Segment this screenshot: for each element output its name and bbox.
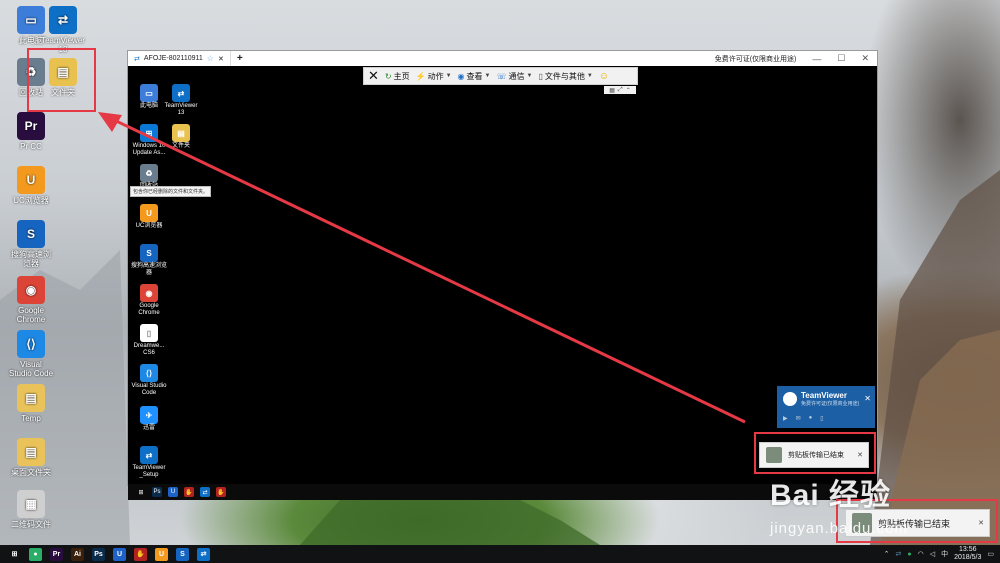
taskbar-sogou-icon[interactable]: S (176, 547, 189, 561)
ime-indicator[interactable]: 中 (941, 549, 948, 559)
tray-wechat-icon[interactable]: ● (907, 551, 911, 558)
tray-teamviewer-icon[interactable]: ⇄ (896, 550, 902, 558)
taskbar-teamviewer-icon[interactable]: ⇄ (197, 547, 210, 561)
clock[interactable]: 13:56 2018/5/3 (954, 546, 981, 562)
taskbar-wechat-icon[interactable]: ● (29, 547, 42, 561)
tray-chevron-up-icon[interactable]: ⌃ (884, 550, 890, 558)
system-tray: ⌃ ⇄ ● ◠ ◁ 中 13:56 2018/5/3 ▭ (884, 546, 1000, 562)
tray-volume-icon[interactable]: ◁ (930, 550, 935, 558)
clock-time: 13:56 (958, 546, 977, 553)
baidu-watermark: Bai 经验 (770, 479, 892, 512)
host-taskbar: ⊞ ● Pr Ai Ps U ✋ U S ⇄ ⌃ ⇄ ● ◠ ◁ 中 13:56 2018/5/… (0, 545, 1000, 563)
taskbar-premiere-icon[interactable]: Pr (50, 547, 63, 561)
taskbar-uc-icon[interactable]: U (113, 547, 126, 561)
clock-date: 2018/5/3 (954, 554, 982, 561)
tray-network-icon[interactable]: ◠ (918, 550, 924, 558)
taskbar-uc-browser-icon[interactable]: U (155, 547, 168, 561)
start-button-icon[interactable]: ⊞ (8, 548, 21, 561)
notification-center-icon[interactable]: ▭ (987, 550, 994, 558)
taskbar-illustrator-icon[interactable]: Ai (71, 547, 84, 561)
taskbar-hand-app-icon[interactable]: ✋ (134, 547, 147, 561)
taskbar-app-list: ● Pr Ai Ps U ✋ U S ⇄ (21, 547, 210, 561)
taskbar-photoshop-icon[interactable]: Ps (92, 547, 105, 561)
baidu-watermark-url: jingyan.baidu.com (770, 520, 908, 537)
